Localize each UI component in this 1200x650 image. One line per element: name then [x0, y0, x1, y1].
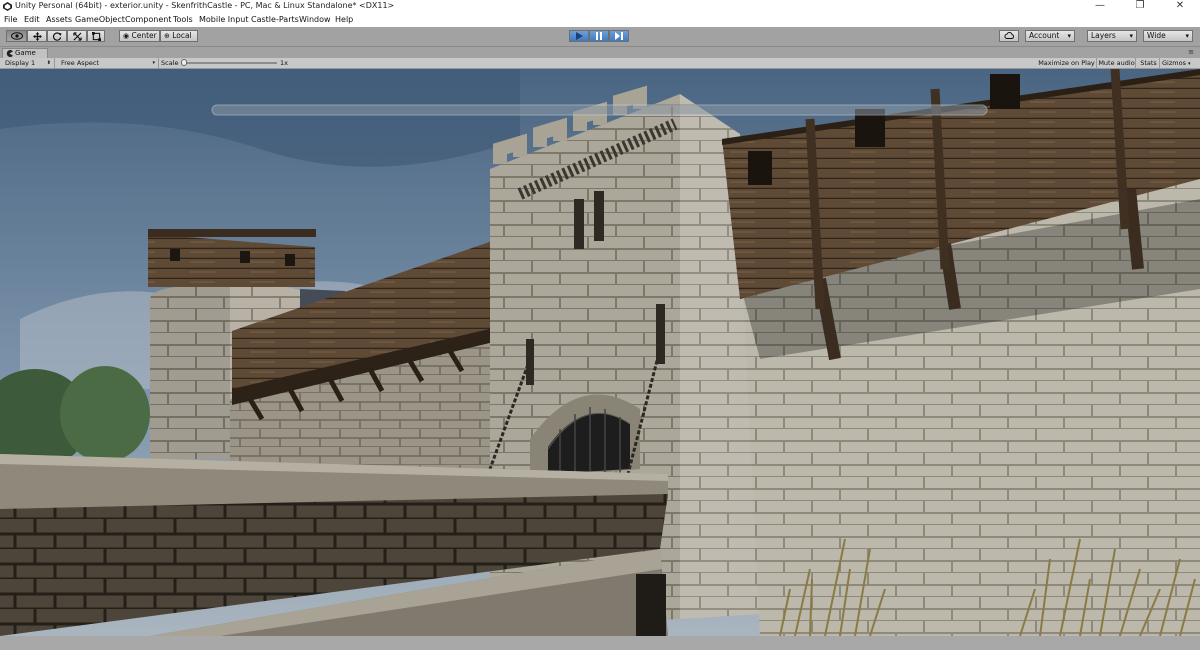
title-bar: Unity Personal (64bit) - exterior.unity … — [0, 0, 1200, 13]
step-icon — [615, 32, 623, 40]
menu-gameobject[interactable]: GameObject — [75, 15, 125, 24]
pivot-icon: ◉ — [123, 32, 130, 40]
display-label: Display 1 — [5, 59, 36, 67]
layers-dropdown[interactable]: Layers — [1087, 30, 1137, 42]
step-button[interactable] — [609, 30, 629, 42]
move-arrows-icon — [32, 32, 42, 41]
local-space-icon: ⊕ — [164, 32, 170, 40]
menu-mobile-input[interactable]: Mobile Input — [199, 15, 249, 24]
status-bar — [0, 636, 1200, 650]
pivot-mode-button[interactable]: ◉ Center — [119, 30, 160, 42]
game-tab-row: Game ≡ — [0, 47, 1200, 59]
menu-bar: File Edit Assets GameObject Component To… — [0, 13, 1200, 27]
move-tool-button[interactable] — [27, 30, 47, 42]
display-dropdown[interactable]: Display 1 ⬍ — [2, 58, 55, 68]
cloud-button[interactable] — [999, 30, 1019, 42]
play-button[interactable] — [569, 30, 589, 42]
menu-help[interactable]: Help — [335, 15, 353, 24]
maximize-on-play-toggle[interactable]: Maximize on Play — [1037, 58, 1097, 68]
scale-label: Scale — [161, 59, 179, 67]
gizmos-label: Gizmos — [1162, 59, 1186, 67]
menu-assets[interactable]: Assets — [46, 15, 72, 24]
menu-window[interactable]: Window — [299, 15, 331, 24]
hand-tool-button[interactable] — [6, 30, 27, 42]
scale-slider-track[interactable] — [181, 62, 277, 64]
pivot-rotation-label: Local — [172, 31, 192, 40]
aspect-dropdown[interactable]: Free Aspect ▾ — [58, 58, 159, 68]
tab-game-label: Game — [15, 49, 36, 57]
menu-castle-parts[interactable]: Castle-Parts — [251, 15, 299, 24]
menu-edit[interactable]: Edit — [24, 15, 40, 24]
account-dropdown[interactable]: Account — [1025, 30, 1075, 42]
gizmos-arrow-icon: ▾ — [1188, 61, 1191, 67]
scale-value: 1x — [280, 59, 288, 67]
tab-menu-icon[interactable]: ≡ — [1188, 48, 1194, 56]
menu-component[interactable]: Component — [125, 15, 171, 24]
pause-button[interactable] — [589, 30, 609, 42]
main-toolbar: ◉ Center ⊕ Local Account Layers Wide — [0, 27, 1200, 47]
restore-button[interactable]: ❐ — [1120, 0, 1160, 13]
castle-scene-render — [0, 69, 1200, 636]
rotate-icon — [52, 32, 62, 41]
eye-icon — [10, 32, 23, 40]
mute-audio-toggle[interactable]: Mute audio — [1098, 58, 1136, 68]
gizmos-dropdown[interactable]: Gizmos ▾ — [1162, 58, 1191, 68]
pause-icon — [596, 32, 602, 40]
cloud-icon — [1004, 32, 1014, 39]
aspect-arrow-icon: ▾ — [152, 60, 155, 66]
game-viewport[interactable] — [0, 69, 1200, 636]
menu-file[interactable]: File — [4, 15, 17, 24]
display-arrows-icon: ⬍ — [46, 60, 51, 66]
pivot-mode-label: Center — [131, 31, 157, 40]
layout-dropdown[interactable]: Wide — [1143, 30, 1193, 42]
unity-logo-icon — [3, 2, 12, 11]
account-label: Account — [1029, 31, 1060, 40]
stats-toggle[interactable]: Stats — [1138, 58, 1160, 68]
rotate-tool-button[interactable] — [47, 30, 67, 42]
aspect-label: Free Aspect — [61, 59, 99, 67]
window-title: Unity Personal (64bit) - exterior.unity … — [15, 1, 395, 10]
close-button[interactable]: ✕ — [1160, 0, 1200, 13]
scale-tool-button[interactable] — [67, 30, 87, 42]
menu-tools[interactable]: Tools — [173, 15, 193, 24]
minimize-button[interactable]: — — [1080, 0, 1120, 13]
layout-label: Wide — [1147, 31, 1166, 40]
layers-label: Layers — [1091, 31, 1116, 40]
rect-tool-icon — [91, 32, 101, 41]
rect-tool-button[interactable] — [87, 30, 105, 42]
play-icon — [576, 32, 583, 40]
game-view-bar: Display 1 ⬍ Free Aspect ▾ Scale 1x Maxim… — [0, 58, 1200, 69]
scale-slider-handle[interactable] — [181, 59, 187, 66]
pivot-rotation-button[interactable]: ⊕ Local — [160, 30, 198, 42]
scale-icon — [72, 32, 82, 41]
